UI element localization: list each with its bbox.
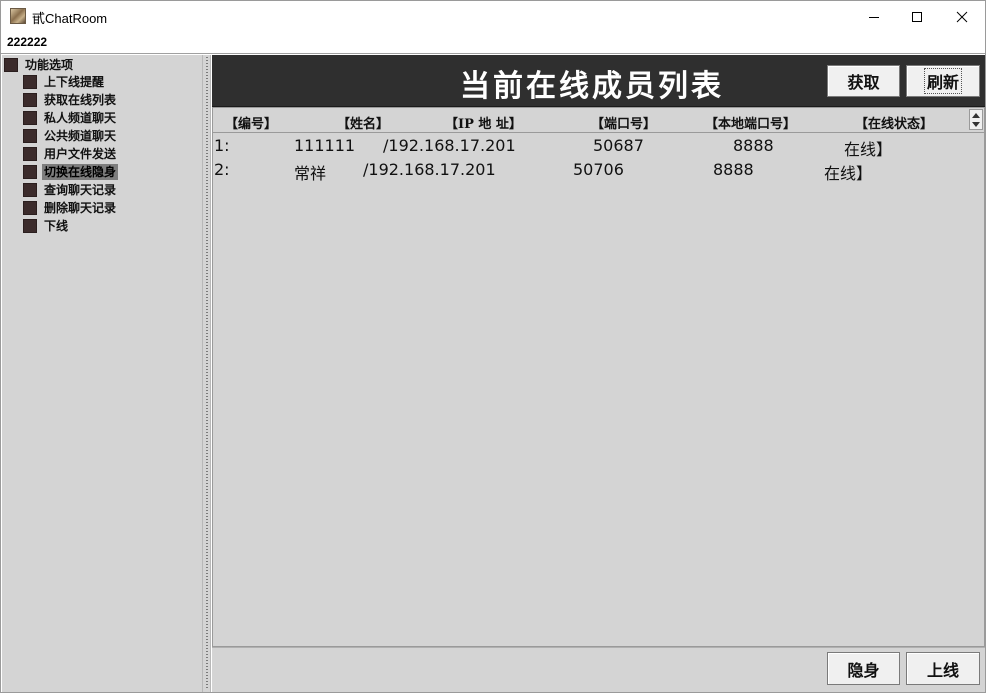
app-icon (10, 8, 26, 24)
maximize-icon (912, 11, 922, 22)
cell-ip: /192.168.17.201 (383, 136, 516, 155)
split-pane-divider[interactable] (202, 55, 211, 692)
leaf-icon (23, 111, 37, 125)
minimize-icon (869, 16, 879, 18)
tree-item-query-history[interactable]: 查询聊天记录 (23, 182, 118, 198)
leaf-icon (23, 147, 37, 161)
tree-item-delete-history[interactable]: 删除聊天记录 (23, 200, 118, 216)
cell-name: 111111 (294, 136, 356, 155)
tree-root-label: 功能选项 (25, 58, 74, 72)
panel-header: 当前在线成员列表 获取 刷新 (212, 55, 985, 107)
fetch-button-label: 获取 (847, 73, 880, 92)
column-header-id: 【编号】 (225, 117, 278, 132)
cell-id: 2: (214, 160, 230, 179)
leaf-icon (23, 219, 37, 233)
tree-item-label: 删除聊天记录 (44, 201, 117, 215)
cell-name: 常祥 (294, 164, 327, 183)
fetch-button[interactable]: 获取 (827, 65, 900, 97)
tree-item-label: 公共频道聊天 (44, 129, 117, 143)
leaf-icon (23, 75, 37, 89)
tree-item-label: 切换在线隐身 (42, 164, 119, 180)
tree-item-label: 获取在线列表 (44, 93, 117, 107)
splitter-grip (206, 57, 208, 690)
function-tree: 功能选项 上下线提醒 获取在线列表 私人频道聊天 公共频道聊天 用户文件发送 切… (2, 55, 202, 692)
scroll-down-icon[interactable] (972, 122, 980, 127)
tree-item-label: 下线 (44, 219, 69, 233)
list-scrollbar[interactable] (969, 109, 983, 130)
maximize-button[interactable] (894, 1, 940, 32)
cell-port: 50687 (593, 136, 644, 155)
online-button-label: 上线 (926, 660, 959, 680)
tree-item-public-chat[interactable]: 公共频道聊天 (23, 128, 118, 144)
tree-item-file-send[interactable]: 用户文件发送 (23, 146, 118, 162)
refresh-button-label: 刷新 (923, 68, 962, 94)
column-header-status: 【在线状态】 (855, 117, 934, 132)
cell-port: 50706 (573, 160, 624, 179)
cell-status: 在线】 (824, 164, 873, 183)
tree-item-get-online-list[interactable]: 获取在线列表 (23, 92, 118, 108)
cell-local-port: 8888 (733, 136, 774, 155)
user-bar: 222222 (1, 32, 985, 54)
page-title: 当前在线成员列表 (460, 69, 724, 104)
tree-item-label: 查询聊天记录 (44, 183, 117, 197)
leaf-icon (23, 201, 37, 215)
cell-status: 在线】 (844, 140, 893, 159)
minimize-button[interactable] (851, 1, 897, 32)
scroll-up-icon[interactable] (972, 113, 980, 118)
tree-item-logout[interactable]: 下线 (23, 218, 70, 234)
online-members-panel: 当前在线成员列表 获取 刷新 【编号】 【姓名】 【IP 地 址】 【端口号】 … (212, 55, 985, 692)
tree-item-toggle-invisible[interactable]: 切换在线隐身 (23, 164, 119, 180)
tree-item-private-chat[interactable]: 私人频道聊天 (23, 110, 118, 126)
leaf-icon (23, 129, 37, 143)
column-header-port: 【端口号】 (591, 117, 657, 132)
folder-icon (4, 58, 18, 72)
window-title: 甙ChatRoom (32, 11, 108, 26)
title-bar[interactable]: 甙ChatRoom (1, 1, 985, 32)
online-button[interactable]: 上线 (906, 652, 980, 685)
cell-id: 1: (214, 136, 230, 155)
tree-item-online-alert[interactable]: 上下线提醒 (23, 74, 106, 90)
member-list[interactable]: 【编号】 【姓名】 【IP 地 址】 【端口号】 【本地端口号】 【在线状态】 … (212, 107, 985, 647)
chat-window: 甙ChatRoom 222222 功能选项 上下线提醒 获取在线列表 私人频道聊… (0, 0, 986, 693)
column-header: 【编号】 【姓名】 【IP 地 址】 【端口号】 【本地端口号】 【在线状态】 (213, 108, 968, 132)
hide-button-label: 隐身 (847, 660, 880, 680)
column-header-local-port: 【本地端口号】 (705, 117, 797, 132)
cell-ip: /192.168.17.201 (363, 160, 496, 179)
close-button[interactable] (939, 1, 985, 32)
close-icon (956, 11, 968, 22)
column-header-ip: 【IP 地 址】 (445, 117, 522, 132)
tree-item-label: 私人频道聊天 (44, 111, 117, 125)
leaf-icon (23, 165, 37, 179)
tree-item-label: 上下线提醒 (44, 75, 105, 89)
header-divider (213, 132, 984, 133)
action-bar: 隐身 上线 (212, 647, 985, 692)
hide-button[interactable]: 隐身 (827, 652, 900, 685)
cell-local-port: 8888 (713, 160, 754, 179)
current-user-label: 222222 (7, 35, 48, 49)
leaf-icon (23, 183, 37, 197)
column-header-name: 【姓名】 (337, 117, 390, 132)
leaf-icon (23, 93, 37, 107)
tree-root[interactable]: 功能选项 (4, 57, 75, 73)
refresh-button[interactable]: 刷新 (906, 65, 980, 97)
tree-item-label: 用户文件发送 (44, 147, 117, 161)
